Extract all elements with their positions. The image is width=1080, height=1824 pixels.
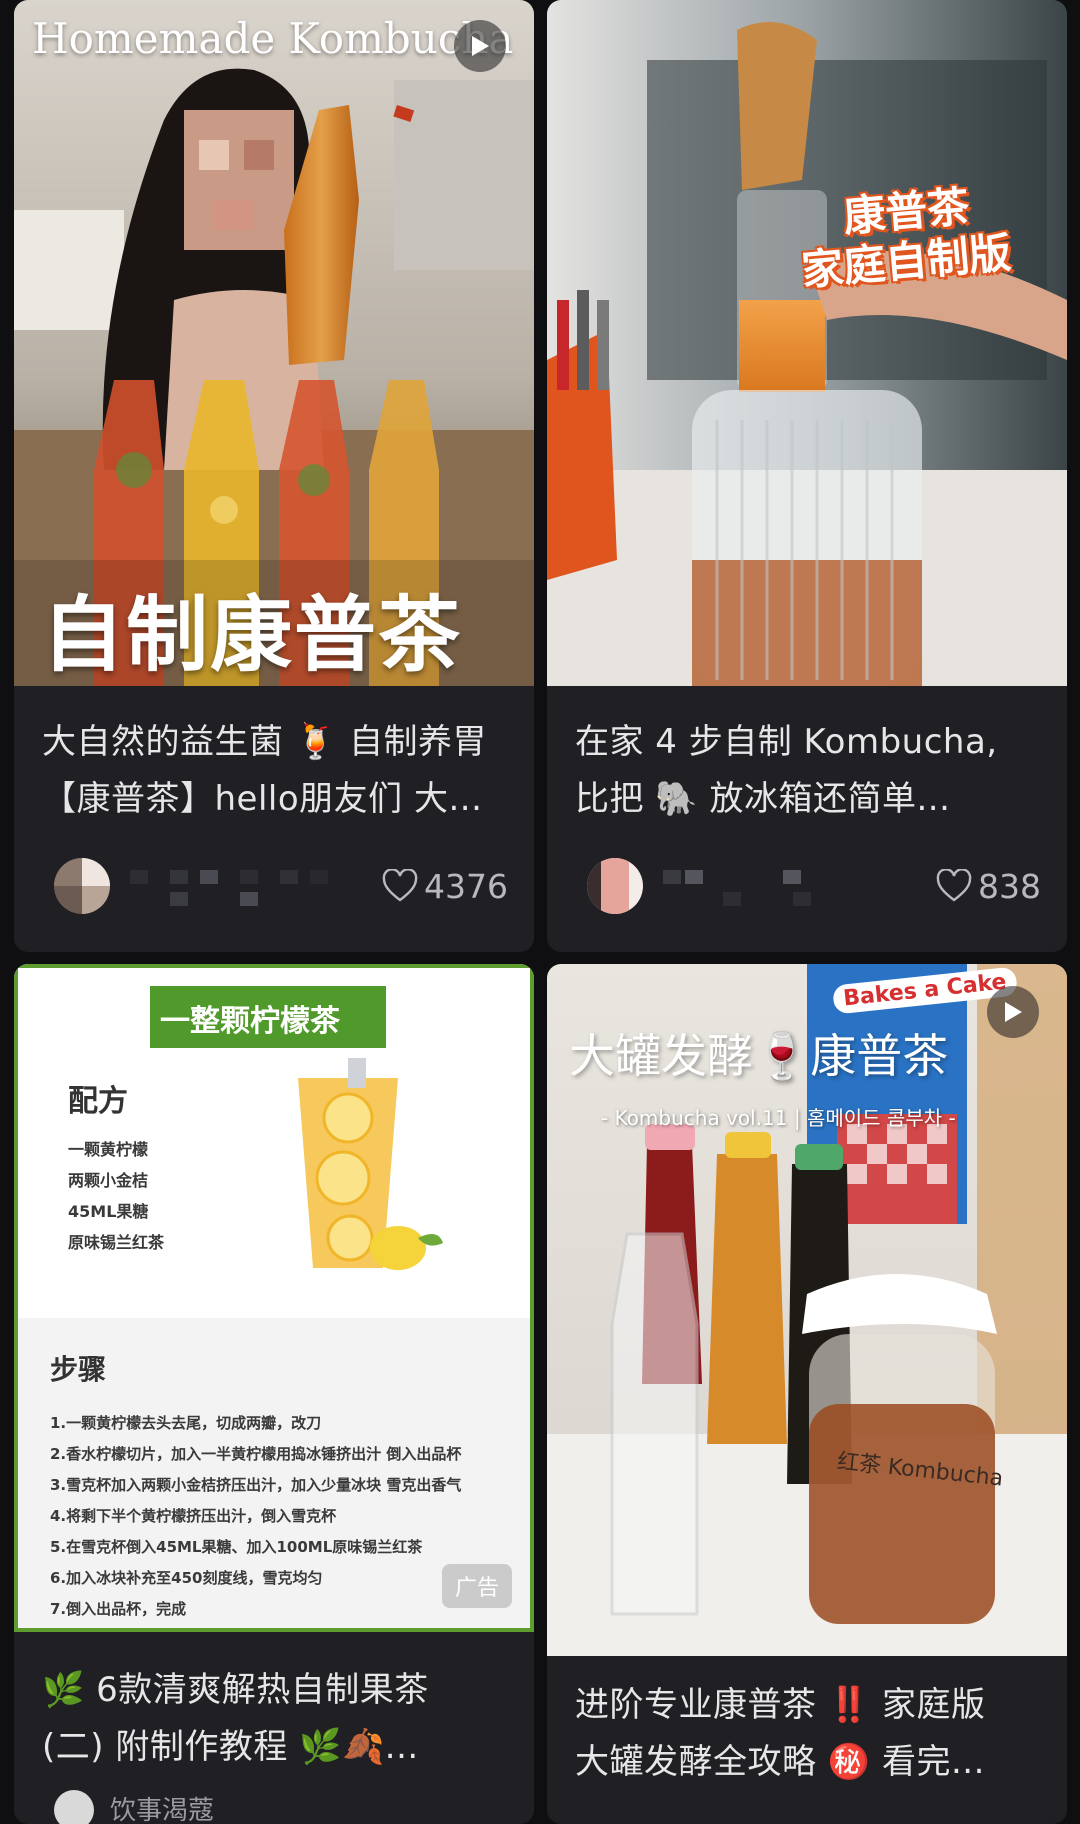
note-meta: 4376: [40, 856, 508, 916]
like-button[interactable]: 838: [936, 862, 1041, 910]
note-meta: 838: [573, 856, 1041, 916]
note-title-line-2[interactable]: (二) 附制作教程 🌿🍂...: [42, 1719, 506, 1776]
author-name-pixelated[interactable]: [663, 862, 873, 912]
note-card[interactable]: 大罐发酵🍷康普茶 - Kombucha vol.11 | 홈메이드 콤부차 - …: [547, 964, 1067, 1824]
note-title-line-2[interactable]: 比把 🐘 放冰箱还简单...: [575, 771, 1039, 828]
heart-icon: [382, 869, 418, 902]
cover-overlay-caption: 自制康普茶: [42, 588, 463, 683]
note-card[interactable]: Homemade Kombucha 自制康普茶 大自然的益生菌 🍹 自制养胃 【…: [14, 0, 534, 952]
author-name-pixelated[interactable]: [130, 862, 340, 912]
note-cover-image[interactable]: 康普茶 家庭自制版: [547, 0, 1067, 686]
cover-overlay-title: Homemade Kombucha: [32, 14, 514, 63]
step-item: 4.将剩下半个黄柠檬挤压出汁，倒入雪克杯: [50, 1507, 337, 1525]
play-icon[interactable]: [987, 986, 1039, 1038]
note-cover-image[interactable]: 一整颗柠檬茶 配方 一颗黄柠檬 两颗小金桔 45ML果糖 原味锡兰红茶 步骤 1…: [14, 964, 534, 1632]
note-feed: Homemade Kombucha 自制康普茶 大自然的益生菌 🍹 自制养胃 【…: [0, 0, 1080, 1824]
step-item: 7.倒入出品杯，完成: [50, 1600, 187, 1618]
step-item: 3.雪克杯加入两颗小金桔挤压出汁，加入少量冰块 雪克出香气: [50, 1476, 462, 1494]
like-count: 4376: [424, 866, 508, 906]
ad-badge: 广告: [442, 1564, 512, 1608]
ingredient-item: 原味锡兰红茶: [68, 1233, 165, 1252]
author-avatar[interactable]: [54, 1790, 94, 1824]
recipe-heading: 配方: [68, 1084, 128, 1119]
jar-photo: [547, 0, 1067, 686]
cover-overlay-subtitle: - Kombucha vol.11 | 홈메이드 콤부차 -: [601, 1106, 956, 1130]
note-title-line-1[interactable]: 进阶专业康普茶 ‼️ 家庭版: [575, 1677, 1039, 1734]
like-button[interactable]: 4376: [382, 862, 508, 910]
note-cover-image[interactable]: Homemade Kombucha 自制康普茶: [14, 0, 534, 686]
author-name[interactable]: 饮事渴蔻: [110, 1790, 214, 1824]
author-avatar[interactable]: [54, 858, 110, 914]
recipe-banner-text: 一整颗柠檬茶: [160, 1004, 340, 1039]
note-title-line-1[interactable]: 在家 4 步自制 Kombucha,: [575, 714, 1039, 771]
note-card-ad[interactable]: 一整颗柠檬茶 配方 一颗黄柠檬 两颗小金桔 45ML果糖 原味锡兰红茶 步骤 1…: [14, 964, 534, 1824]
note-card[interactable]: 康普茶 家庭自制版 在家 4 步自制 Kombucha, 比把 🐘 放冰箱还简单…: [547, 0, 1067, 952]
ingredient-item: 两颗小金桔: [68, 1171, 149, 1190]
lemon-tea-illustration: [298, 1058, 443, 1270]
step-item: 2.香水柠檬切片，加入一半黄柠檬用捣冰锤挤出汁 倒入出品杯: [50, 1445, 462, 1463]
step-item: 1.一颗黄柠檬去头去尾，切成两瓣，改刀: [50, 1414, 322, 1432]
note-title-line-2[interactable]: 大罐发酵全攻略 ㊙️ 看完...: [575, 1734, 1039, 1791]
note-title-line-2[interactable]: 【康普茶】hello朋友们 大...: [42, 771, 506, 828]
author-avatar[interactable]: [587, 858, 643, 914]
ingredient-item: 一颗黄柠檬: [68, 1140, 149, 1159]
note-title-line-1[interactable]: 大自然的益生菌 🍹 自制养胃: [42, 714, 506, 771]
cover-overlay-title: 大罐发酵🍷康普茶: [569, 1029, 949, 1083]
step-item: 6.加入冰块补充至450刻度线，雪克均匀: [50, 1569, 323, 1587]
play-icon[interactable]: [454, 20, 506, 72]
note-title-line-1[interactable]: 🌿 6款清爽解热自制果茶: [42, 1662, 506, 1719]
ingredient-item: 45ML果糖: [68, 1202, 149, 1221]
note-cover-image[interactable]: 大罐发酵🍷康普茶 - Kombucha vol.11 | 홈메이드 콤부차 - …: [547, 964, 1067, 1656]
heart-icon: [936, 869, 972, 902]
steps-heading: 步骤: [50, 1353, 107, 1386]
like-count: 838: [978, 866, 1041, 906]
step-item: 5.在雪克杯倒入45ML果糖、加入100ML原味锡兰红茶: [50, 1538, 423, 1556]
